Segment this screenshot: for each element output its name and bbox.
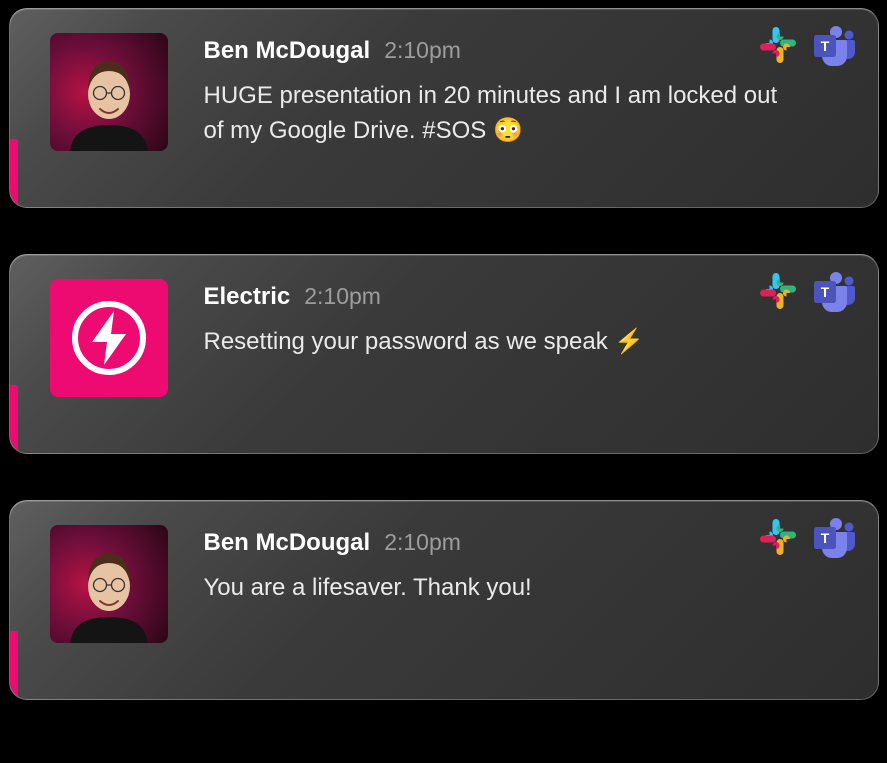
teams-icon: T xyxy=(812,515,856,564)
message-timestamp: 2:10pm xyxy=(384,37,461,64)
message-author: Ben McDougal xyxy=(204,529,371,557)
avatar xyxy=(50,33,168,151)
message-timestamp: 2:10pm xyxy=(384,529,461,556)
message-card: T Electric 2:10pm Resetting your passwor… xyxy=(9,254,879,454)
svg-text:T: T xyxy=(820,530,829,546)
avatar xyxy=(50,525,168,643)
slack-icon xyxy=(758,271,798,316)
message-body: Resetting your password as we speak ⚡ xyxy=(204,325,784,360)
message-body: HUGE presentation in 20 minutes and I am… xyxy=(204,79,784,149)
teams-icon: T xyxy=(812,23,856,72)
slack-icon xyxy=(758,25,798,70)
message-timestamp: 2:10pm xyxy=(304,283,381,310)
message-author: Ben McDougal xyxy=(204,37,371,65)
message-author: Electric xyxy=(204,283,291,311)
channel-icons: T xyxy=(758,23,856,72)
message-card: T Ben McDougal 2:10pm HUGE presentation … xyxy=(9,8,879,208)
channel-icons: T xyxy=(758,269,856,318)
message-card: T Ben McDougal 2:10pm You are a lifesave… xyxy=(9,500,879,700)
message-body: You are a lifesaver. Thank you! xyxy=(204,571,784,606)
channel-icons: T xyxy=(758,515,856,564)
accent-bar xyxy=(10,631,18,699)
svg-text:T: T xyxy=(820,284,829,300)
accent-bar xyxy=(10,139,18,207)
avatar xyxy=(50,279,168,397)
svg-text:T: T xyxy=(820,38,829,54)
teams-icon: T xyxy=(812,269,856,318)
accent-bar xyxy=(10,385,18,453)
slack-icon xyxy=(758,517,798,562)
